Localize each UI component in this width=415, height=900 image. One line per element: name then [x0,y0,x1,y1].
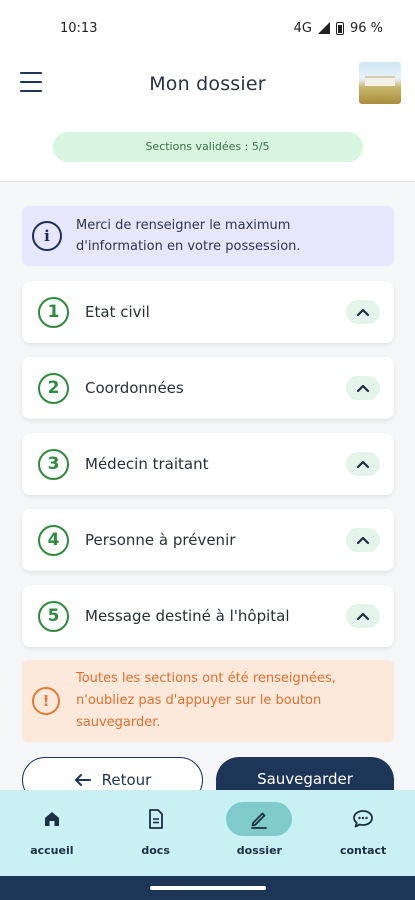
nav-item-dossier[interactable]: dossier [214,802,304,857]
section-personne-a-prevenir[interactable]: 4 Personne à prévenir [22,509,394,571]
info-text-line: Merci de renseigner le maximum [76,218,291,233]
warning-text: Toutes les sections ont été renseignées,… [76,668,336,734]
section-label: Coordonnées [85,379,184,397]
section-label: Personne à prévenir [85,531,236,549]
gesture-handle[interactable] [149,886,266,890]
status-bar: 10:13 4G 96 % [0,0,415,56]
section-etat-civil[interactable]: 1 Etat civil [22,281,394,343]
step-number-icon: 1 [38,296,69,328]
bottom-navigation: accueil docs dossier contact [0,790,415,876]
save-button-label: Sauvegarder [257,770,353,788]
step-number-icon: 3 [38,448,69,480]
step-number-icon: 2 [38,372,69,404]
step-number-icon: 4 [38,524,69,556]
exclamation-icon: ! [32,687,60,715]
app-bar: Mon dossier [0,56,415,112]
chat-bubble-icon [330,802,396,836]
nav-label: dossier [236,844,282,857]
chevron-up-icon[interactable] [346,300,380,324]
chevron-up-icon[interactable] [346,604,380,628]
battery-level: 96 % [349,20,383,36]
section-label: Message destiné à l'hôpital [85,607,290,625]
warning-banner: ! Toutes les sections ont été renseignée… [22,660,394,742]
section-message-hopital[interactable]: 5 Message destiné à l'hôpital [22,585,394,647]
nav-item-accueil[interactable]: accueil [7,802,97,857]
chevron-up-icon[interactable] [346,528,380,552]
info-text: Merci de renseigner le maximum d'informa… [76,215,301,257]
info-text-line: d'information en votre possession. [76,239,301,254]
warning-text-line: n'oubliez pas d'appuyer sur le bouton [76,693,322,708]
warning-text-line: sauvegarder. [76,715,161,730]
warning-text-line: Toutes les sections ont été renseignées, [76,671,336,686]
section-label: Etat civil [85,303,150,321]
back-button-label: Retour [101,771,152,789]
home-icon [19,802,85,836]
nav-label: contact [339,844,387,857]
status-time: 10:13 [60,20,98,36]
arrow-left-icon [74,774,91,786]
section-medecin-traitant[interactable]: 3 Médecin traitant [22,433,394,495]
nav-item-docs[interactable]: docs [111,802,201,857]
page-title: Mon dossier [149,73,266,95]
nav-label: accueil [30,844,74,857]
step-number-icon: 5 [38,600,69,632]
pen-icon [226,802,293,836]
info-icon: i [32,221,62,251]
chevron-up-icon[interactable] [346,376,380,400]
battery-icon [335,21,344,35]
section-label: Médecin traitant [85,455,209,473]
nav-item-contact[interactable]: contact [318,802,408,857]
status-indicators: 4G 96 % [294,21,383,36]
hamburger-menu-icon[interactable] [20,72,42,92]
info-banner: i Merci de renseigner le maximum d'infor… [22,206,394,266]
section-coordonnees[interactable]: 2 Coordonnées [22,357,394,419]
sections-progress-badge: Sections validées : 5/5 [52,131,363,162]
document-icon [123,802,189,836]
signal-icon [317,22,330,34]
hospital-avatar[interactable] [359,62,401,104]
nav-label: docs [141,844,170,857]
system-gesture-bar [0,876,415,900]
chevron-up-icon[interactable] [346,452,380,476]
progress-area: Sections validées : 5/5 [0,112,415,182]
network-label: 4G [293,20,312,36]
